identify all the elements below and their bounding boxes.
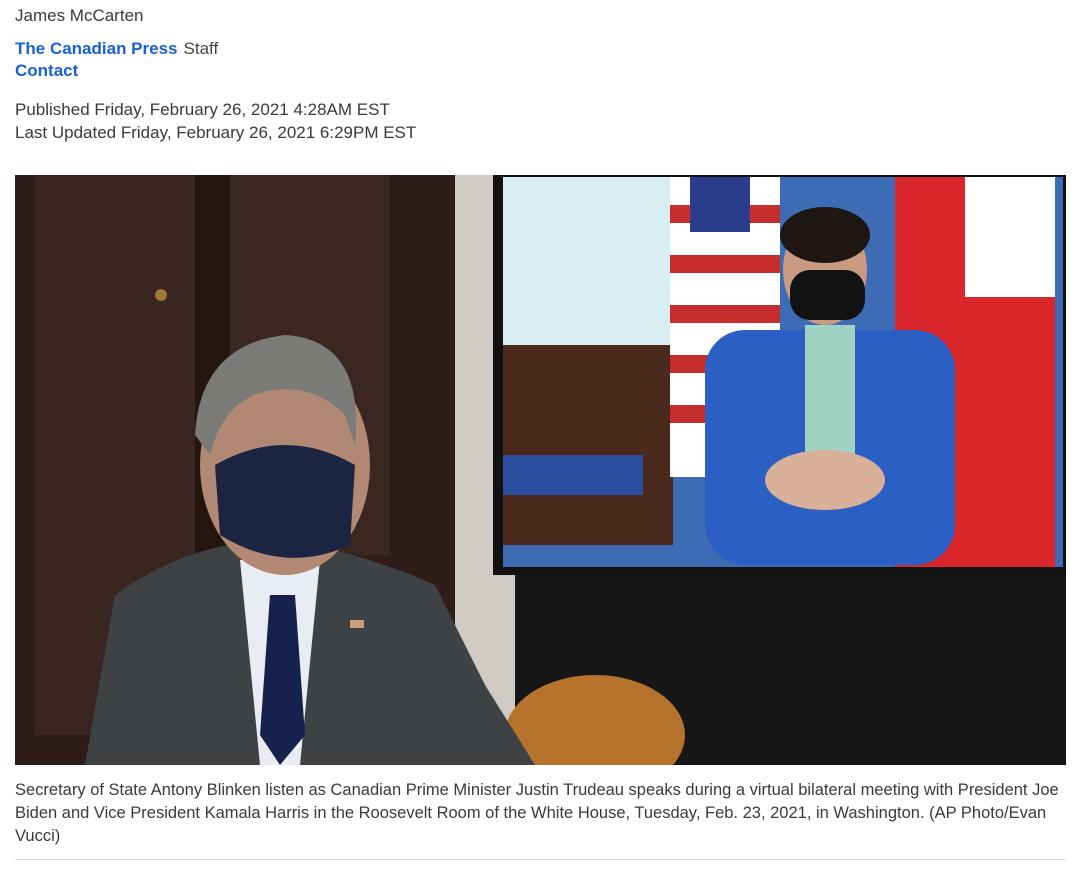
lapel-pin (350, 620, 364, 628)
screen-hands (765, 450, 885, 510)
screen-book (503, 455, 643, 495)
article-dates: Published Friday, February 26, 2021 4:28… (15, 98, 416, 144)
door-knob (155, 289, 167, 301)
flag-canton (690, 177, 750, 232)
flag-stripe (670, 305, 780, 323)
updated-date: Last Updated Friday, February 26, 2021 6… (15, 123, 417, 142)
article-photo[interactable] (15, 175, 1066, 765)
face-mask (215, 445, 355, 558)
photo-illustration (15, 175, 1066, 765)
flag-white (965, 177, 1055, 297)
screen-desk (503, 345, 673, 545)
screen-person-hair (780, 207, 870, 263)
article-header: James McCarten The Canadian Press Staff C… (0, 0, 1080, 872)
author-role: Staff (183, 39, 219, 58)
screen-tie (805, 325, 855, 455)
screen-person-mask (790, 270, 865, 320)
byline-source: The Canadian Press Staff (15, 39, 218, 59)
flag-stripe (670, 255, 780, 273)
author-name: James McCarten (15, 6, 144, 25)
contact-link[interactable]: Contact (15, 61, 78, 81)
source-link[interactable]: The Canadian Press (15, 39, 178, 58)
divider (15, 859, 1066, 860)
photo-caption: Secretary of State Antony Blinken listen… (15, 781, 1059, 845)
published-date: Published Friday, February 26, 2021 4:28… (15, 100, 390, 119)
screen-window (503, 177, 673, 347)
